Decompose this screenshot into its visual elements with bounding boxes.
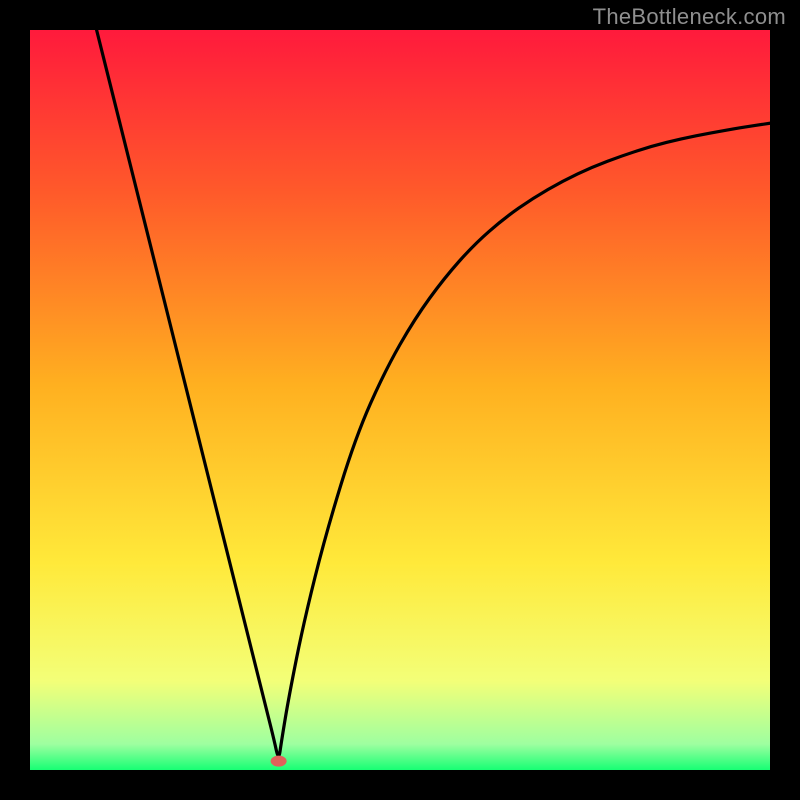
chart-frame: TheBottleneck.com	[0, 0, 800, 800]
minimum-marker	[271, 756, 287, 767]
bottleneck-chart	[30, 30, 770, 770]
watermark-text: TheBottleneck.com	[593, 4, 786, 30]
plot-area	[30, 30, 770, 770]
